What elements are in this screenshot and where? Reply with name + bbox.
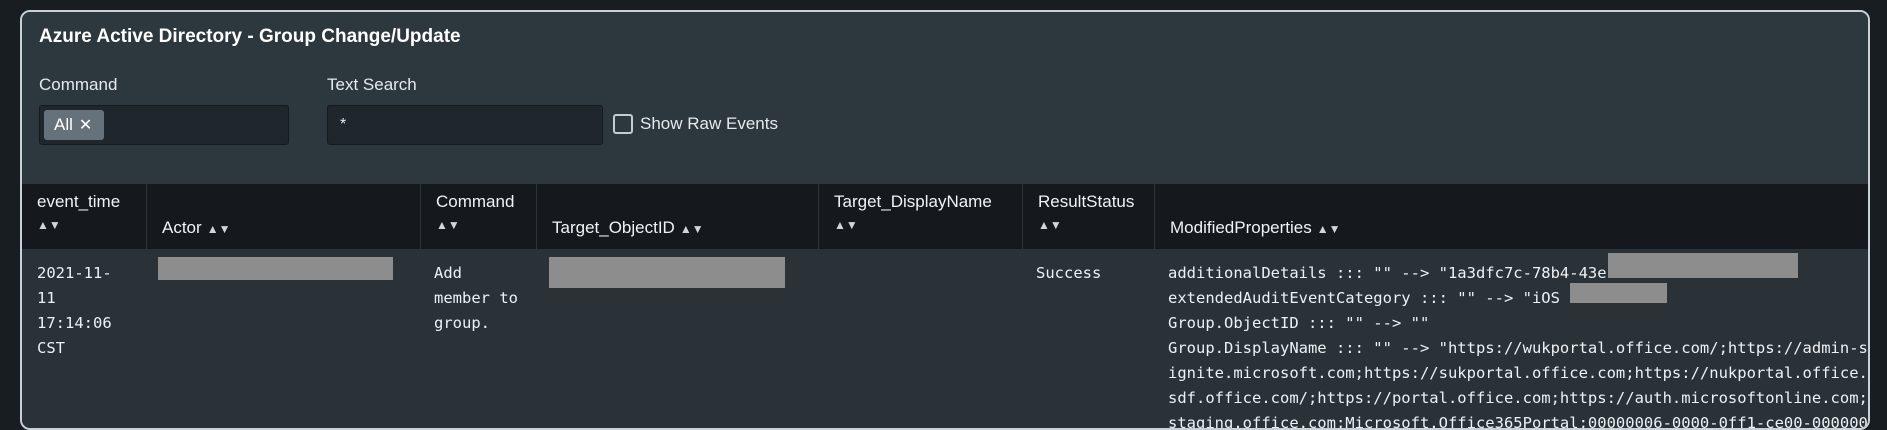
actor-redacted: [158, 257, 393, 280]
event-time-cell: 2021-11- 11 17:14:06 CST: [37, 264, 112, 357]
sort-icon[interactable]: ▲▼: [1038, 218, 1062, 232]
command-label: Command: [39, 75, 118, 94]
dashboard-panel: Azure Active Directory - Group Change/Up…: [20, 10, 1870, 430]
remove-token-icon[interactable]: ✕: [79, 115, 92, 135]
table-header: event_time ▲▼ Actor ▲▼ Command ▲▼ Target_…: [22, 184, 1868, 249]
sort-icon[interactable]: ▲▼: [834, 218, 858, 232]
column-label: ResultStatus: [1038, 192, 1135, 211]
column-label: Target_ObjectID: [552, 218, 675, 237]
column-label: event_time: [37, 192, 121, 211]
sort-icon[interactable]: ▲▼: [207, 222, 231, 236]
panel-title: Azure Active Directory - Group Change/Up…: [39, 26, 461, 47]
command-multiselect[interactable]: All ✕: [39, 105, 289, 145]
command-token-all[interactable]: All ✕: [44, 110, 104, 140]
modified-properties-cell: additionalDetails ::: "" --> "1a3dfc7c-7…: [1168, 264, 1868, 430]
column-target-displayname[interactable]: Target_DisplayName ▲▼: [819, 184, 1023, 249]
column-modifiedproperties[interactable]: ModifiedProperties ▲▼: [1155, 184, 1868, 249]
target-objectid-redacted: [549, 257, 785, 288]
column-label: ModifiedProperties: [1170, 218, 1312, 237]
show-raw-events-label[interactable]: Show Raw Events: [640, 114, 778, 134]
show-raw-events-checkbox[interactable]: [613, 114, 633, 134]
column-target-objectid[interactable]: Target_ObjectID ▲▼: [537, 184, 819, 249]
sort-icon[interactable]: ▲▼: [1317, 222, 1341, 236]
sort-icon[interactable]: ▲▼: [680, 222, 704, 236]
column-command[interactable]: Command ▲▼: [421, 184, 537, 249]
ios-value-redacted: [1570, 283, 1667, 303]
text-search-input[interactable]: [327, 105, 603, 145]
column-event-time[interactable]: event_time ▲▼: [22, 184, 147, 249]
result-status-cell: Success: [1036, 264, 1102, 282]
column-actor[interactable]: Actor ▲▼: [147, 184, 421, 249]
token-label: All: [54, 115, 73, 134]
sort-icon[interactable]: ▲▼: [37, 218, 61, 232]
text-search-label: Text Search: [327, 75, 417, 94]
additional-details-redacted: [1608, 253, 1798, 278]
table-row: 2021-11- 11 17:14:06 CST Add member to group.…: [22, 249, 1868, 430]
show-raw-events-toggle[interactable]: Show Raw Events: [613, 114, 778, 134]
column-label: Actor: [162, 218, 202, 237]
command-cell: Add member to group.: [434, 264, 518, 332]
column-label: Target_DisplayName: [834, 192, 992, 211]
sort-icon[interactable]: ▲▼: [436, 218, 460, 232]
panel-header: Azure Active Directory - Group Change/Up…: [22, 12, 1868, 184]
column-label: Command: [436, 192, 515, 211]
column-resultstatus[interactable]: ResultStatus ▲▼: [1023, 184, 1155, 249]
